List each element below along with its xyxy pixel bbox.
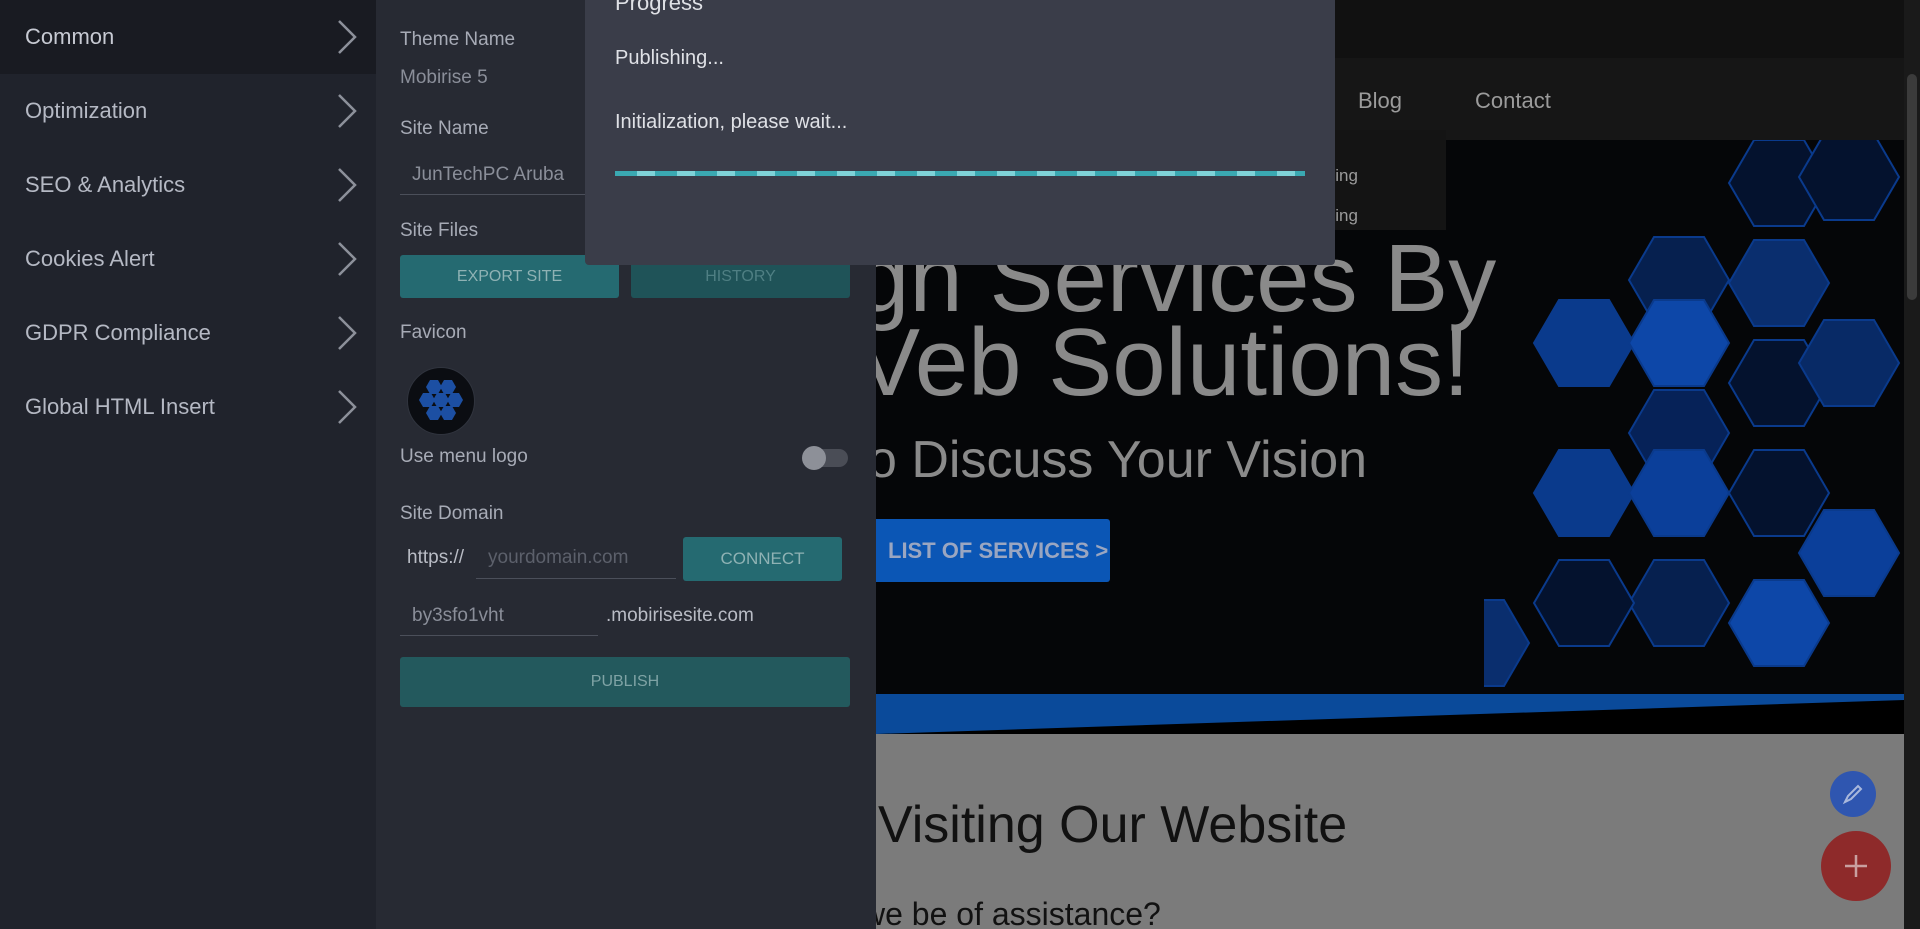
chevron-right-icon	[336, 19, 358, 55]
chevron-right-icon	[336, 389, 358, 425]
progress-bar-fill	[615, 171, 1305, 176]
chevron-right-icon	[336, 167, 358, 203]
publish-status: Publishing...	[615, 47, 724, 69]
site-domain-label: Site Domain	[400, 503, 504, 524]
menu-logo-toggle[interactable]	[802, 446, 848, 470]
dialog-title: Progress	[615, 0, 704, 15]
sidebar-item-label: GDPR Compliance	[25, 320, 211, 345]
chevron-right-icon	[336, 241, 358, 277]
site-name-label: Site Name	[400, 118, 489, 139]
sidebar-item-label: Optimization	[25, 98, 148, 123]
https-prefix: https://	[407, 547, 465, 568]
subdomain-suffix: .mobirisesite.com	[606, 605, 754, 626]
sidebar-item-html-insert[interactable]: Global HTML Insert	[0, 370, 376, 444]
nav-link-blog[interactable]: Blog	[1358, 88, 1402, 114]
publish-button[interactable]: PUBLISH	[400, 657, 850, 707]
sidebar-item-common[interactable]: Common	[0, 0, 376, 74]
sidebar-item-gdpr[interactable]: GDPR Compliance	[0, 296, 376, 370]
init-message: Initialization, please wait...	[615, 111, 848, 133]
theme-name-value: Mobirise 5	[400, 67, 488, 88]
chevron-right-icon	[336, 93, 358, 129]
menu-logo-label: Use menu logo	[400, 446, 528, 467]
plus-icon	[1845, 855, 1867, 877]
sidebar-item-label: Global HTML Insert	[25, 394, 215, 419]
add-block-fab-button[interactable]	[1821, 831, 1891, 901]
settings-sidebar: Common Optimization SEO & Analytics Cook…	[0, 0, 376, 929]
sidebar-item-cookies-alert[interactable]: Cookies Alert	[0, 222, 376, 296]
chevron-right-icon	[336, 315, 358, 351]
hero-subtitle: o Discuss Your Vision	[876, 431, 1368, 489]
theme-name-label: Theme Name	[400, 29, 516, 50]
brush-icon	[1842, 784, 1863, 805]
sidebar-item-label: Common	[25, 24, 115, 49]
hero-services-button[interactable]: LIST OF SERVICES >	[876, 519, 1110, 582]
subdomain-input[interactable]	[400, 596, 598, 636]
sidebar-item-label: Cookies Alert	[25, 246, 155, 271]
toggle-knob	[802, 446, 826, 470]
hexagon-logo-icon	[419, 380, 463, 420]
sidebar-item-seo-analytics[interactable]: SEO & Analytics	[0, 148, 376, 222]
sidebar-item-label: SEO & Analytics	[25, 172, 186, 197]
site-files-label: Site Files	[400, 220, 479, 241]
favicon-preview[interactable]	[407, 367, 475, 435]
hero-title-line-2: Veb Solutions!	[876, 309, 1470, 416]
connect-button[interactable]: CONNECT	[683, 537, 842, 581]
hexagon-pattern-graphic	[1484, 140, 1901, 687]
nav-link-contact[interactable]: Contact	[1475, 88, 1551, 114]
welcome-subtitle: we be of assistance?	[876, 896, 1161, 929]
progress-dialog: Progress Publishing... Initialization, p…	[585, 0, 1335, 265]
scrollbar-thumb[interactable]	[1907, 74, 1917, 300]
favicon-label: Favicon	[400, 322, 467, 343]
edit-fab-button[interactable]	[1830, 771, 1876, 817]
section-divider-graphic	[876, 694, 1904, 734]
domain-input[interactable]	[476, 537, 676, 579]
progress-bar	[615, 171, 1305, 176]
preview-scrollbar[interactable]	[1904, 0, 1920, 929]
sidebar-item-optimization[interactable]: Optimization	[0, 74, 376, 148]
welcome-title: Visiting Our Website	[878, 796, 1348, 854]
